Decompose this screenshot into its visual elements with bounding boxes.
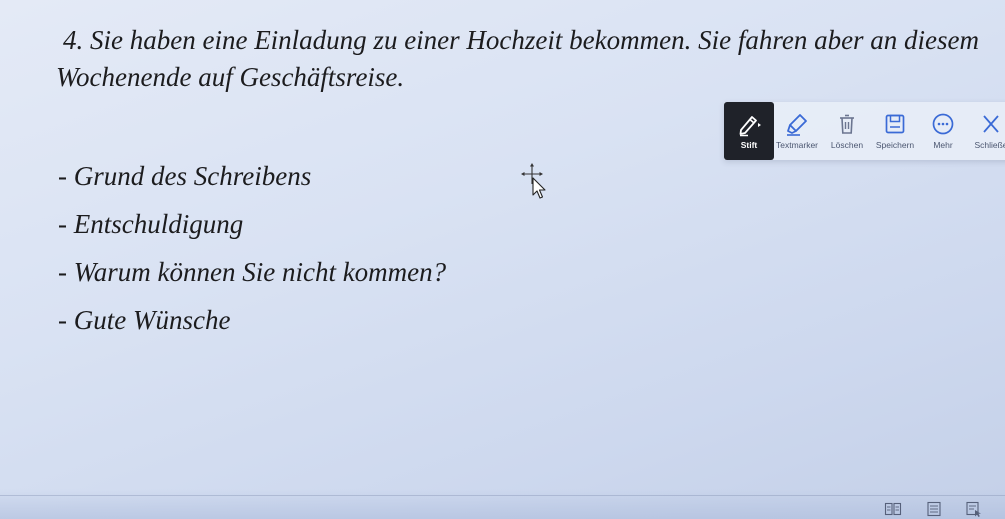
close-tool-button[interactable]: Schließe	[966, 102, 1005, 160]
more-tool-label: Mehr	[933, 140, 953, 150]
highlighter-icon	[787, 114, 807, 136]
delete-tool-button[interactable]: Löschen	[822, 102, 872, 160]
highlighter-tool-button[interactable]: Textmarker	[772, 102, 822, 160]
more-tool-button[interactable]: Mehr	[918, 102, 968, 160]
pen-icon	[739, 116, 761, 137]
pen-tool-label: Stift	[740, 140, 758, 150]
task-paragraph: 4. Sie haben eine Einladung zu einer Hoc…	[56, 22, 986, 96]
highlighter-tool-label: Textmarker	[775, 140, 819, 150]
more-icon	[932, 113, 954, 135]
web-layout-icon[interactable]	[965, 501, 983, 517]
close-icon	[983, 115, 999, 133]
ink-toolbar: Stift Textmarker Löschen Speichern Mehr …	[724, 102, 1005, 160]
task-number: 4.	[63, 25, 84, 55]
delete-tool-label: Löschen	[830, 140, 864, 150]
print-layout-icon[interactable]	[925, 501, 943, 517]
document-page: 4. Sie haben eine Einladung zu einer Hoc…	[0, 0, 1005, 519]
list-item: - Gute Wünsche	[58, 305, 231, 335]
task-text: Sie haben eine Einladung zu einer Hochze…	[56, 25, 980, 92]
save-icon	[885, 114, 905, 134]
trash-icon	[840, 114, 854, 134]
save-tool-label: Speichern	[875, 140, 915, 150]
status-bar-divider	[0, 495, 1005, 496]
read-mode-icon[interactable]	[884, 501, 902, 517]
pen-tool-button[interactable]: Stift	[724, 102, 774, 160]
list-item: - Warum können Sie nicht kommen?	[58, 257, 447, 287]
move-cursor-icon	[521, 163, 546, 199]
list-item: - Entschuldigung	[58, 209, 244, 239]
status-bar	[0, 489, 1005, 519]
close-tool-label: Schließe	[974, 140, 1005, 150]
list-item: - Grund des Schreibens	[58, 161, 312, 191]
points-list: - Grund des Schreibens - Entschuldigung …	[58, 152, 446, 344]
save-tool-button[interactable]: Speichern	[870, 102, 920, 160]
